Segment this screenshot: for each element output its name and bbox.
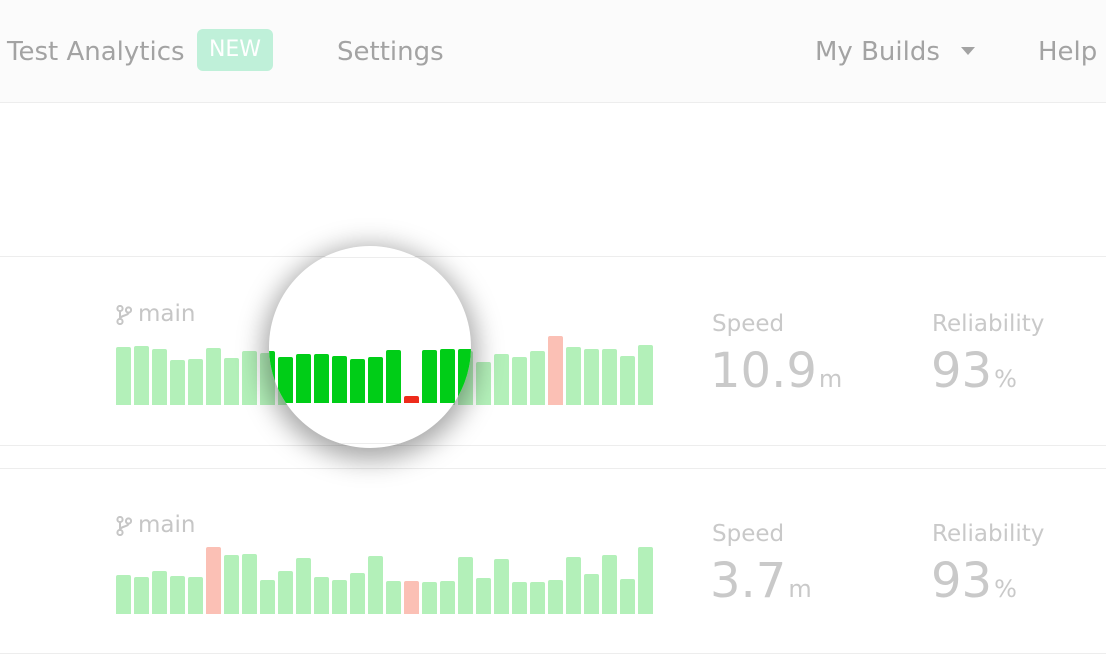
build-bar[interactable]	[530, 351, 545, 405]
build-bar[interactable]	[314, 354, 329, 403]
build-bar[interactable]	[404, 396, 419, 403]
build-bar[interactable]	[602, 349, 617, 405]
build-bar[interactable]	[368, 357, 383, 403]
build-bar[interactable]	[458, 557, 473, 614]
build-bar[interactable]	[440, 349, 455, 403]
build-bar[interactable]	[242, 554, 257, 614]
nav-my-builds[interactable]: My Builds	[815, 34, 940, 70]
pipeline-card[interactable]: main Speed 10.9m Reliability 93%	[0, 256, 1106, 446]
build-bar[interactable]	[476, 362, 491, 405]
build-bar[interactable]	[242, 351, 257, 405]
build-bar[interactable]	[188, 577, 203, 614]
build-history-chart	[116, 544, 656, 614]
magnified-build-history-chart	[269, 333, 471, 403]
build-bar[interactable]	[422, 350, 437, 403]
build-bar[interactable]	[512, 582, 527, 614]
speed-unit: m	[788, 575, 812, 603]
build-bar[interactable]	[620, 356, 635, 405]
build-bar[interactable]	[206, 348, 221, 405]
build-bar[interactable]	[350, 359, 365, 403]
build-bar[interactable]	[206, 547, 221, 614]
build-bar[interactable]	[566, 557, 581, 614]
build-bar[interactable]	[134, 346, 149, 405]
build-bar[interactable]	[458, 349, 471, 403]
build-bar[interactable]	[584, 574, 599, 614]
build-bar[interactable]	[602, 555, 617, 614]
build-bar[interactable]	[296, 354, 311, 403]
divider	[269, 443, 471, 444]
build-bar[interactable]	[152, 571, 167, 614]
build-bar[interactable]	[512, 357, 527, 405]
reliability-unit: %	[994, 575, 1017, 603]
build-bar[interactable]	[296, 558, 311, 614]
build-bar[interactable]	[368, 556, 383, 614]
git-branch-icon	[116, 516, 132, 536]
build-bar[interactable]	[638, 345, 653, 405]
build-bar[interactable]	[386, 581, 401, 614]
reliability-label: Reliability	[932, 521, 1045, 547]
speed-label: Speed	[712, 521, 785, 547]
git-branch-icon	[116, 305, 132, 325]
nav-settings[interactable]: Settings	[337, 34, 444, 70]
speed-unit: m	[818, 365, 843, 393]
build-bar[interactable]	[332, 356, 347, 403]
build-bar[interactable]	[386, 350, 401, 403]
speed-label: Speed	[712, 311, 785, 337]
build-bar[interactable]	[260, 580, 275, 614]
magnifier-lens	[269, 246, 471, 448]
build-bar[interactable]	[170, 576, 185, 614]
build-bar[interactable]	[566, 347, 581, 405]
reliability-label: Reliability	[932, 311, 1045, 337]
build-bar[interactable]	[422, 582, 437, 614]
build-bar[interactable]	[620, 579, 635, 614]
pipeline-card[interactable]: main Speed 3.7m Reliability 93%	[0, 468, 1106, 654]
speed-value: 10.9m	[710, 343, 842, 407]
build-bar[interactable]	[278, 571, 293, 614]
build-bar[interactable]	[332, 580, 347, 614]
build-bar[interactable]	[494, 559, 509, 614]
speed-number: 3.7	[710, 553, 787, 609]
nav-test-analytics[interactable]: Test Analytics	[7, 34, 185, 70]
build-bar[interactable]	[638, 547, 653, 614]
build-bar[interactable]	[548, 336, 563, 405]
build-bar[interactable]	[278, 357, 293, 403]
branch-name: main	[138, 301, 196, 327]
reliability-value: 93%	[931, 343, 1017, 407]
build-bar[interactable]	[269, 351, 275, 403]
build-bar[interactable]	[530, 582, 545, 614]
build-bar[interactable]	[440, 581, 455, 614]
build-bar[interactable]	[224, 358, 239, 405]
build-bar[interactable]	[224, 555, 239, 614]
new-badge: NEW	[197, 29, 273, 71]
build-bar[interactable]	[548, 580, 563, 614]
build-bar[interactable]	[170, 360, 185, 405]
chevron-down-icon[interactable]	[961, 47, 975, 55]
reliability-number: 93	[931, 343, 993, 399]
build-bar[interactable]	[350, 573, 365, 614]
speed-number: 10.9	[710, 343, 817, 399]
top-navigation: Test Analytics NEW Settings My Builds He…	[0, 0, 1106, 103]
build-bar[interactable]	[476, 578, 491, 614]
divider	[269, 257, 471, 258]
build-bar[interactable]	[188, 359, 203, 405]
build-bar[interactable]	[584, 349, 599, 405]
branch-name: main	[138, 512, 196, 538]
nav-help[interactable]: Help	[1038, 34, 1097, 70]
build-bar[interactable]	[494, 354, 509, 405]
build-bar[interactable]	[134, 577, 149, 614]
speed-value: 3.7m	[710, 553, 812, 617]
reliability-number: 93	[931, 553, 993, 609]
reliability-unit: %	[994, 365, 1017, 393]
build-bar[interactable]	[116, 575, 131, 614]
build-bar[interactable]	[116, 347, 131, 405]
build-bar[interactable]	[314, 577, 329, 614]
build-bar[interactable]	[404, 581, 419, 614]
build-bar[interactable]	[152, 349, 167, 405]
reliability-value: 93%	[931, 553, 1017, 617]
